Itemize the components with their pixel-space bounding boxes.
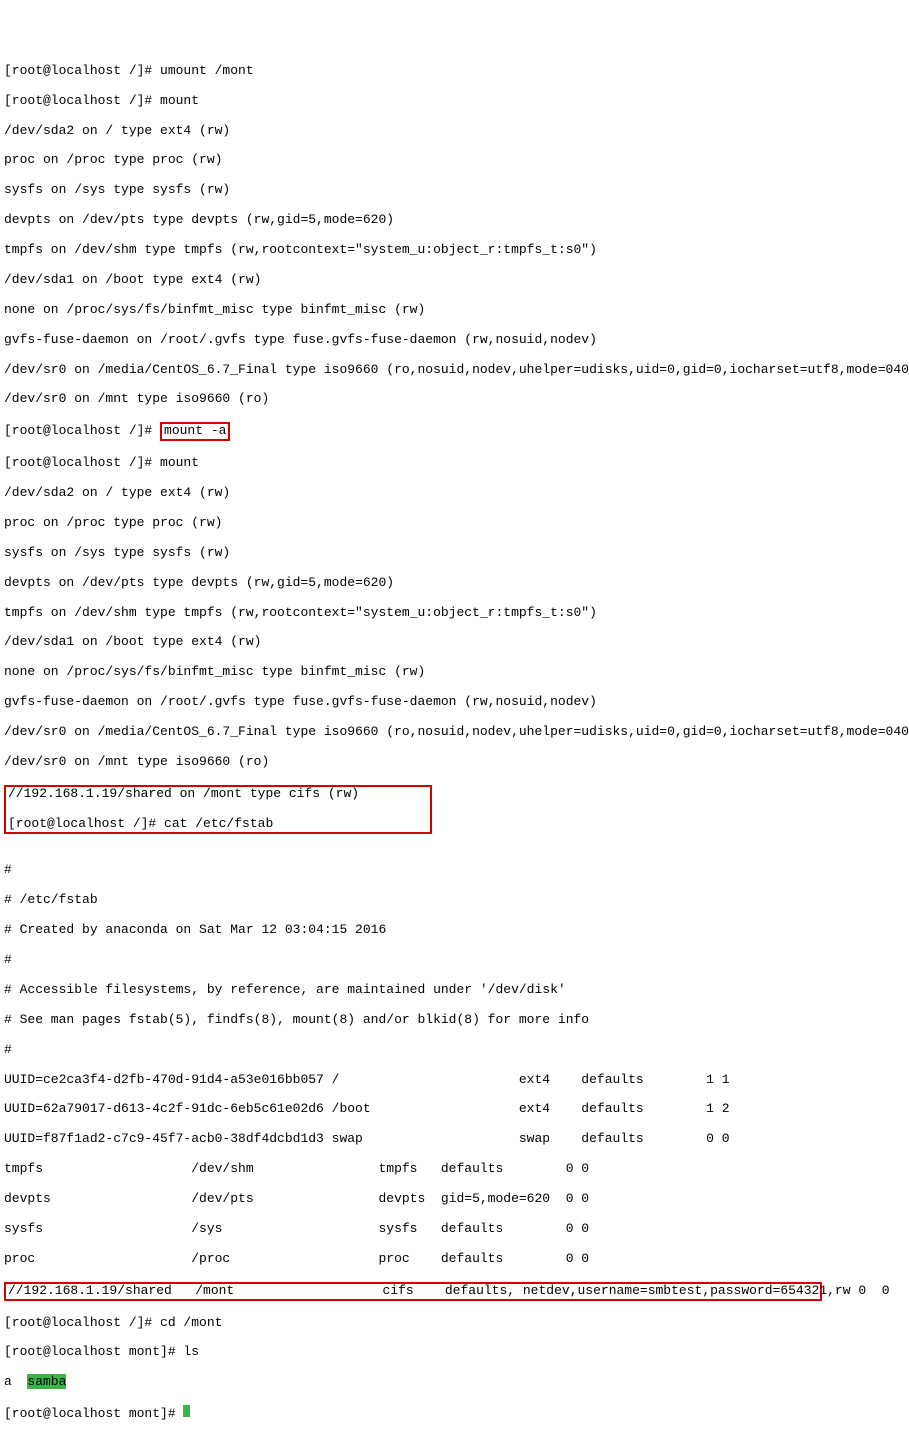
terminal-line: [root@localhost /]# mount <box>4 456 905 471</box>
terminal-line: /dev/sr0 on /mnt type iso9660 (ro) <box>4 392 905 407</box>
terminal-line: sysfs on /sys type sysfs (rw) <box>4 183 905 198</box>
terminal-line: [root@localhost /]# umount /mont <box>4 64 905 79</box>
terminal-line: # <box>4 1043 905 1058</box>
prompt: [root@localhost mont]# <box>4 1406 183 1421</box>
terminal-line: /dev/sda1 on /boot type ext4 (rw) <box>4 273 905 288</box>
terminal-line: tmpfs on /dev/shm type tmpfs (rw,rootcon… <box>4 606 905 621</box>
terminal-line: /dev/sr0 on /media/CentOS_6.7_Final type… <box>4 363 905 378</box>
terminal-line: # Accessible filesystems, by reference, … <box>4 983 905 998</box>
terminal-line: sysfs on /sys type sysfs (rw) <box>4 546 905 561</box>
terminal-line: # Created by anaconda on Sat Mar 12 03:0… <box>4 923 905 938</box>
terminal-line: devpts /dev/pts devpts gid=5,mode=620 0 … <box>4 1192 905 1207</box>
terminal-line: proc on /proc type proc (rw) <box>4 516 905 531</box>
terminal-line: UUID=62a79017-d613-4c2f-91dc-6eb5c61e02d… <box>4 1102 905 1117</box>
prompt: [root@localhost /]# <box>4 423 160 438</box>
terminal-line: none on /proc/sys/fs/binfmt_misc type bi… <box>4 665 905 680</box>
terminal-line: # <box>4 863 905 878</box>
terminal-line: proc /proc proc defaults 0 0 <box>4 1252 905 1267</box>
ls-output-a: a <box>4 1374 27 1389</box>
terminal-line: gvfs-fuse-daemon on /root/.gvfs type fus… <box>4 333 905 348</box>
terminal-line: tmpfs on /dev/shm type tmpfs (rw,rootcon… <box>4 243 905 258</box>
terminal-line: [root@localhost mont]# ls <box>4 1345 905 1360</box>
terminal-line: # See man pages fstab(5), findfs(8), mou… <box>4 1013 905 1028</box>
terminal-line: none on /proc/sys/fs/binfmt_misc type bi… <box>4 303 905 318</box>
terminal-line: tmpfs /dev/shm tmpfs defaults 0 0 <box>4 1162 905 1177</box>
terminal-line: /dev/sr0 on /mnt type iso9660 (ro) <box>4 755 905 770</box>
terminal-line: # <box>4 953 905 968</box>
terminal-line: devpts on /dev/pts type devpts (rw,gid=5… <box>4 576 905 591</box>
terminal-line: /dev/sda2 on / type ext4 (rw) <box>4 486 905 501</box>
terminal-line: /dev/sda1 on /boot type ext4 (rw) <box>4 635 905 650</box>
terminal-line: [root@localhost /]# mount -a <box>4 422 905 441</box>
terminal-line: [root@localhost /]# mount <box>4 94 905 109</box>
terminal-line[interactable]: [root@localhost mont]# <box>4 1405 905 1422</box>
terminal-line: UUID=ce2ca3f4-d2fb-470d-91d4-a53e016bb05… <box>4 1073 905 1088</box>
highlight-mount-a: mount -a <box>160 422 230 441</box>
terminal-line: /dev/sda2 on / type ext4 (rw) <box>4 124 905 139</box>
terminal-line: [root@localhost /]# cd /mont <box>4 1316 905 1331</box>
terminal-line: sysfs /sys sysfs defaults 0 0 <box>4 1222 905 1237</box>
terminal-line: //192.168.1.19/shared on /mont type cifs… <box>8 787 428 802</box>
terminal-line: devpts on /dev/pts type devpts (rw,gid=5… <box>4 213 905 228</box>
terminal-line: # /etc/fstab <box>4 893 905 908</box>
terminal-line: UUID=f87f1ad2-c7c9-45f7-acb0-38df4dcbd1d… <box>4 1132 905 1147</box>
terminal-line: //192.168.1.19/shared /mont cifs default… <box>8 1284 818 1299</box>
cursor-icon[interactable] <box>183 1405 190 1417</box>
highlight-cifs-mount-block: //192.168.1.19/shared on /mont type cifs… <box>4 785 432 834</box>
terminal-line: proc on /proc type proc (rw) <box>4 153 905 168</box>
terminal-line: /dev/sr0 on /media/CentOS_6.7_Final type… <box>4 725 905 740</box>
ls-output-samba: samba <box>27 1374 66 1389</box>
terminal-line: [root@localhost /]# cat /etc/fstab <box>8 817 428 832</box>
terminal-line: gvfs-fuse-daemon on /root/.gvfs type fus… <box>4 695 905 710</box>
highlight-fstab-cifs-line: //192.168.1.19/shared /mont cifs default… <box>4 1282 822 1301</box>
terminal-line: a samba <box>4 1375 905 1390</box>
